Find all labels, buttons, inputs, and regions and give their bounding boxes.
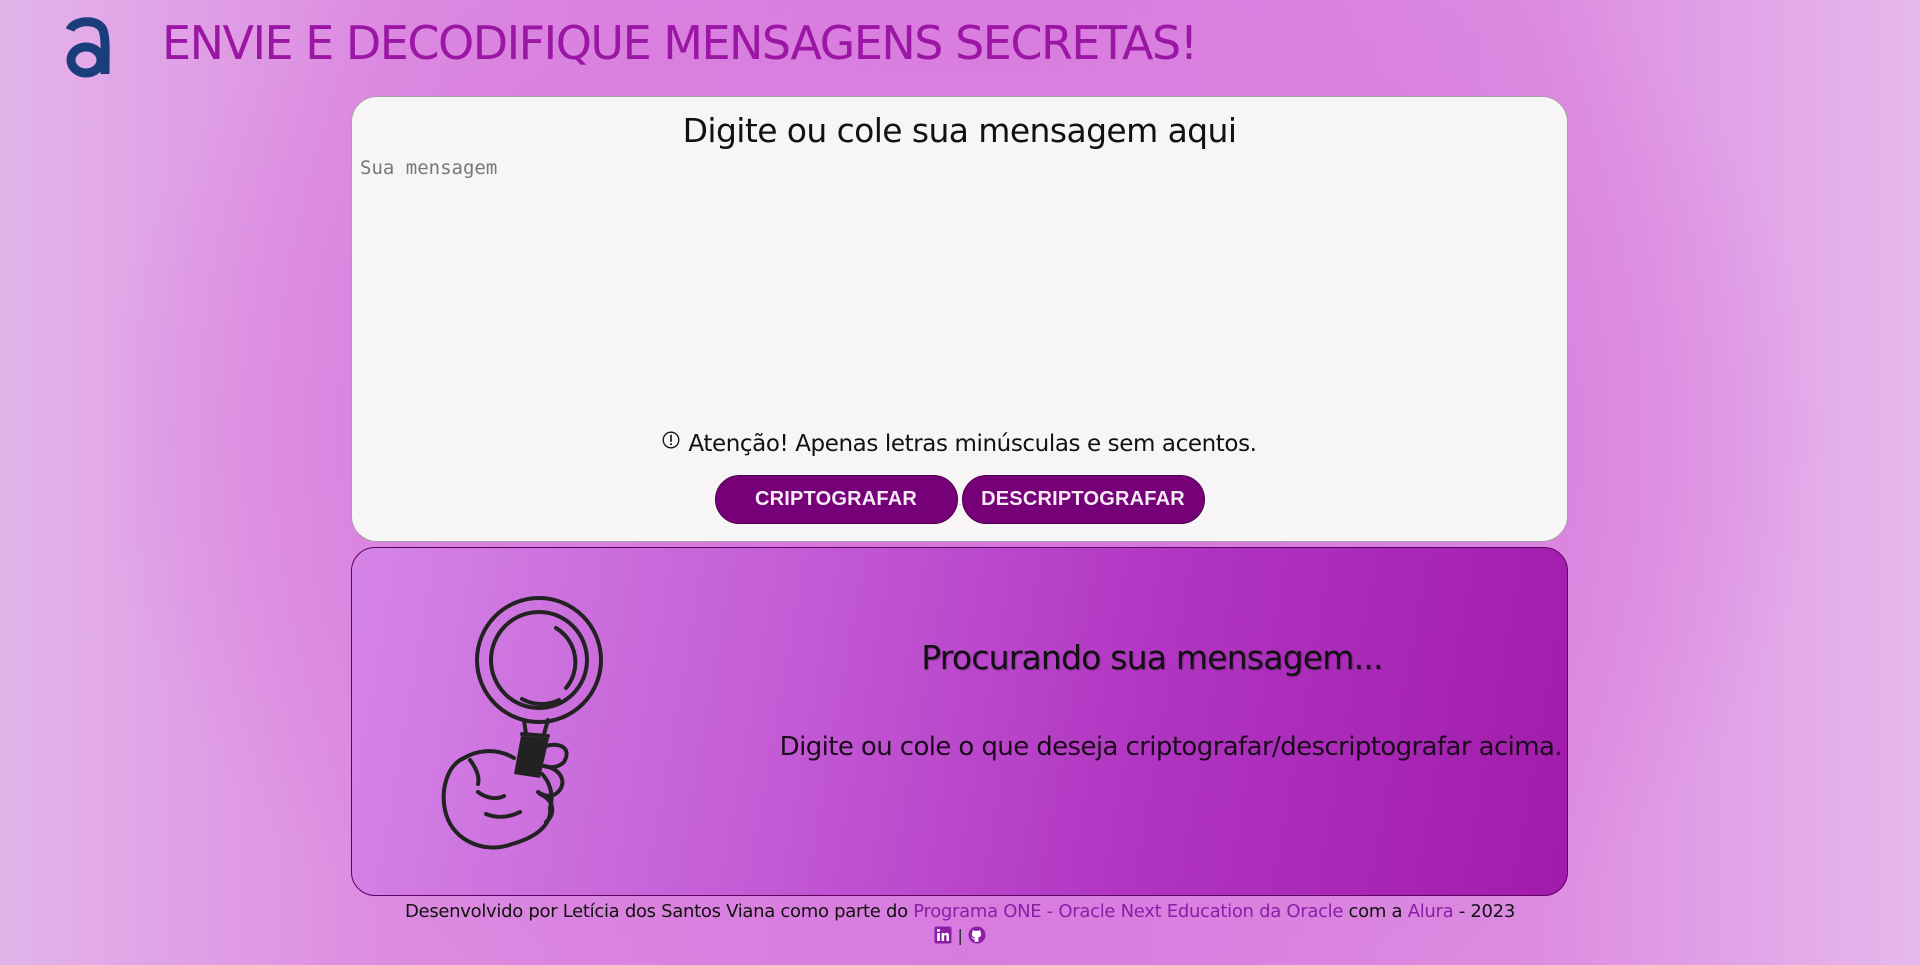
- footer-separator: |: [957, 926, 963, 945]
- message-input[interactable]: [360, 157, 1555, 407]
- footer: Desenvolvido por Letícia dos Santos Vian…: [0, 901, 1920, 947]
- footer-suffix: - 2023: [1453, 901, 1516, 922]
- output-text: Digite ou cole o que deseja criptografar…: [779, 732, 1563, 762]
- footer-middle: com a: [1343, 901, 1408, 922]
- hand-holding-magnifier-icon: [441, 596, 603, 850]
- output-heading: Procurando sua mensagem...: [921, 638, 1383, 677]
- alura-link[interactable]: Alura: [1408, 901, 1454, 922]
- page-header: ENVIE E DECODIFIQUE MENSAGENS SECRETAS!: [0, 0, 1920, 95]
- encrypt-button[interactable]: CRIPTOGRAFAR: [714, 475, 958, 524]
- exclamation-circle-icon: [662, 431, 680, 449]
- action-buttons: CRIPTOGRAFAR DESCRIPTOGRAFAR: [352, 475, 1567, 524]
- input-heading: Digite ou cole sua mensagem aqui: [682, 111, 1237, 150]
- decrypt-button[interactable]: DESCRIPTOGRAFAR: [961, 475, 1205, 524]
- warning-message: Atenção! Apenas letras minúsculas e sem …: [352, 431, 1567, 457]
- linkedin-icon[interactable]: [934, 926, 952, 944]
- output-card: Procurando sua mensagem... Digite ou col…: [351, 547, 1568, 896]
- github-icon[interactable]: [968, 926, 986, 944]
- input-card: Digite ou cole sua mensagem aqui Atenção…: [351, 96, 1568, 542]
- footer-prefix: Desenvolvido por Letícia dos Santos Vian…: [405, 901, 914, 922]
- social-links: |: [0, 925, 1920, 947]
- alura-logo-icon[interactable]: [62, 14, 112, 80]
- warning-text: Atenção! Apenas letras minúsculas e sem …: [688, 431, 1257, 457]
- program-one-link[interactable]: Programa ONE - Oracle Next Education da …: [913, 901, 1343, 922]
- github-link[interactable]: [963, 925, 986, 946]
- linkedin-link[interactable]: [934, 925, 957, 946]
- page-title: ENVIE E DECODIFIQUE MENSAGENS SECRETAS!: [162, 16, 1198, 70]
